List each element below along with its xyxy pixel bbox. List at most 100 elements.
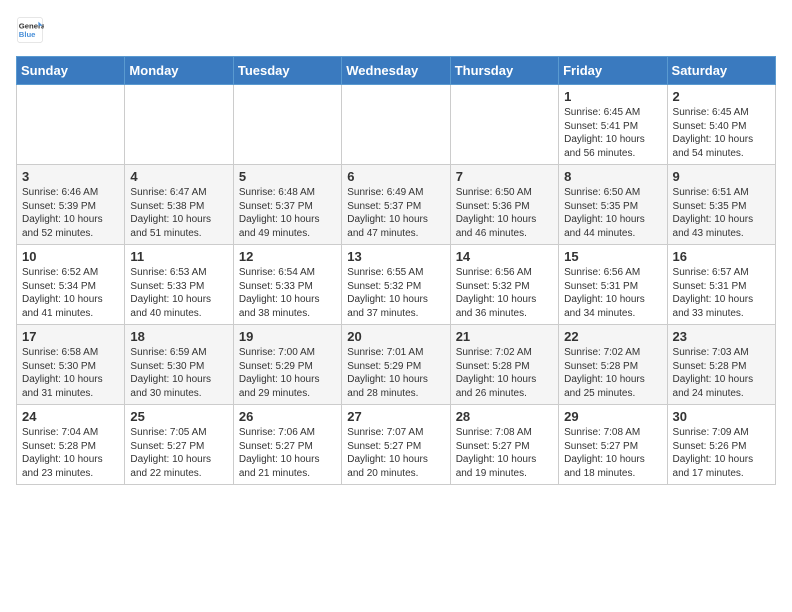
day-number: 14 bbox=[456, 249, 553, 264]
weekday-header-cell: Saturday bbox=[667, 57, 775, 85]
day-number: 21 bbox=[456, 329, 553, 344]
weekday-header-cell: Sunday bbox=[17, 57, 125, 85]
calendar-day-cell: 7 Sunrise: 6:50 AM Sunset: 5:36 PM Daylig… bbox=[450, 165, 558, 245]
day-info: Sunrise: 6:53 AM Sunset: 5:33 PM Dayligh… bbox=[130, 266, 227, 320]
calendar-day-cell: 29 Sunrise: 7:08 AM Sunset: 5:27 PM Dayli… bbox=[559, 405, 667, 485]
day-number: 28 bbox=[456, 409, 553, 424]
day-info: Sunrise: 7:02 AM Sunset: 5:28 PM Dayligh… bbox=[564, 346, 661, 400]
day-number: 27 bbox=[347, 409, 444, 424]
day-number: 20 bbox=[347, 329, 444, 344]
day-info: Sunrise: 6:49 AM Sunset: 5:37 PM Dayligh… bbox=[347, 186, 444, 240]
day-number: 10 bbox=[22, 249, 119, 264]
day-info: Sunrise: 6:57 AM Sunset: 5:31 PM Dayligh… bbox=[673, 266, 770, 320]
calendar-week-row: 24 Sunrise: 7:04 AM Sunset: 5:28 PM Dayli… bbox=[17, 405, 776, 485]
day-info: Sunrise: 6:58 AM Sunset: 5:30 PM Dayligh… bbox=[22, 346, 119, 400]
day-info: Sunrise: 6:56 AM Sunset: 5:31 PM Dayligh… bbox=[564, 266, 661, 320]
day-number: 25 bbox=[130, 409, 227, 424]
day-number: 13 bbox=[347, 249, 444, 264]
calendar-day-cell: 15 Sunrise: 6:56 AM Sunset: 5:31 PM Dayli… bbox=[559, 245, 667, 325]
day-info: Sunrise: 6:59 AM Sunset: 5:30 PM Dayligh… bbox=[130, 346, 227, 400]
day-number: 24 bbox=[22, 409, 119, 424]
calendar-week-row: 10 Sunrise: 6:52 AM Sunset: 5:34 PM Dayli… bbox=[17, 245, 776, 325]
day-info: Sunrise: 7:08 AM Sunset: 5:27 PM Dayligh… bbox=[564, 426, 661, 480]
calendar-day-cell bbox=[17, 85, 125, 165]
weekday-header-cell: Friday bbox=[559, 57, 667, 85]
calendar-day-cell: 11 Sunrise: 6:53 AM Sunset: 5:33 PM Dayli… bbox=[125, 245, 233, 325]
calendar-day-cell: 14 Sunrise: 6:56 AM Sunset: 5:32 PM Dayli… bbox=[450, 245, 558, 325]
calendar-day-cell: 18Sunrise: 6:59 AM Sunset: 5:30 PM Dayli… bbox=[125, 325, 233, 405]
day-number: 7 bbox=[456, 169, 553, 184]
calendar-day-cell: 16 Sunrise: 6:57 AM Sunset: 5:31 PM Dayli… bbox=[667, 245, 775, 325]
calendar-day-cell: 20Sunrise: 7:01 AM Sunset: 5:29 PM Dayli… bbox=[342, 325, 450, 405]
calendar-table: SundayMondayTuesdayWednesdayThursdayFrid… bbox=[16, 56, 776, 485]
day-number: 2 bbox=[673, 89, 770, 104]
calendar-day-cell: 21 Sunrise: 7:02 AM Sunset: 5:28 PM Dayli… bbox=[450, 325, 558, 405]
day-number: 9 bbox=[673, 169, 770, 184]
day-info: Sunrise: 7:04 AM Sunset: 5:28 PM Dayligh… bbox=[22, 426, 119, 480]
day-info: Sunrise: 6:55 AM Sunset: 5:32 PM Dayligh… bbox=[347, 266, 444, 320]
calendar-day-cell: 30Sunrise: 7:09 AM Sunset: 5:26 PM Dayli… bbox=[667, 405, 775, 485]
day-info: Sunrise: 6:51 AM Sunset: 5:35 PM Dayligh… bbox=[673, 186, 770, 240]
weekday-header-cell: Tuesday bbox=[233, 57, 341, 85]
page-header: General Blue bbox=[16, 16, 776, 44]
calendar-week-row: 17Sunrise: 6:58 AM Sunset: 5:30 PM Dayli… bbox=[17, 325, 776, 405]
day-info: Sunrise: 7:03 AM Sunset: 5:28 PM Dayligh… bbox=[673, 346, 770, 400]
calendar-day-cell: 25 Sunrise: 7:05 AM Sunset: 5:27 PM Dayli… bbox=[125, 405, 233, 485]
day-info: Sunrise: 7:09 AM Sunset: 5:26 PM Dayligh… bbox=[673, 426, 770, 480]
calendar-day-cell bbox=[233, 85, 341, 165]
calendar-day-cell: 23 Sunrise: 7:03 AM Sunset: 5:28 PM Dayli… bbox=[667, 325, 775, 405]
calendar-day-cell: 22Sunrise: 7:02 AM Sunset: 5:28 PM Dayli… bbox=[559, 325, 667, 405]
logo: General Blue bbox=[16, 16, 44, 44]
day-info: Sunrise: 6:54 AM Sunset: 5:33 PM Dayligh… bbox=[239, 266, 336, 320]
day-number: 4 bbox=[130, 169, 227, 184]
calendar-day-cell: 26 Sunrise: 7:06 AM Sunset: 5:27 PM Dayli… bbox=[233, 405, 341, 485]
calendar-day-cell bbox=[125, 85, 233, 165]
weekday-header-cell: Thursday bbox=[450, 57, 558, 85]
day-info: Sunrise: 6:50 AM Sunset: 5:36 PM Dayligh… bbox=[456, 186, 553, 240]
calendar-day-cell: 5 Sunrise: 6:48 AM Sunset: 5:37 PM Daylig… bbox=[233, 165, 341, 245]
day-info: Sunrise: 6:56 AM Sunset: 5:32 PM Dayligh… bbox=[456, 266, 553, 320]
calendar-day-cell: 13 Sunrise: 6:55 AM Sunset: 5:32 PM Dayli… bbox=[342, 245, 450, 325]
day-number: 12 bbox=[239, 249, 336, 264]
calendar-day-cell: 2 Sunrise: 6:45 AM Sunset: 5:40 PM Daylig… bbox=[667, 85, 775, 165]
day-number: 5 bbox=[239, 169, 336, 184]
day-info: Sunrise: 6:50 AM Sunset: 5:35 PM Dayligh… bbox=[564, 186, 661, 240]
calendar-body: 1Sunrise: 6:45 AM Sunset: 5:41 PM Daylig… bbox=[17, 85, 776, 485]
day-info: Sunrise: 7:05 AM Sunset: 5:27 PM Dayligh… bbox=[130, 426, 227, 480]
calendar-day-cell: 19 Sunrise: 7:00 AM Sunset: 5:29 PM Dayli… bbox=[233, 325, 341, 405]
day-info: Sunrise: 7:06 AM Sunset: 5:27 PM Dayligh… bbox=[239, 426, 336, 480]
weekday-header-row: SundayMondayTuesdayWednesdayThursdayFrid… bbox=[17, 57, 776, 85]
calendar-day-cell: 4 Sunrise: 6:47 AM Sunset: 5:38 PM Daylig… bbox=[125, 165, 233, 245]
day-info: Sunrise: 6:45 AM Sunset: 5:40 PM Dayligh… bbox=[673, 106, 770, 160]
calendar-day-cell: 9 Sunrise: 6:51 AM Sunset: 5:35 PM Daylig… bbox=[667, 165, 775, 245]
day-info: Sunrise: 7:00 AM Sunset: 5:29 PM Dayligh… bbox=[239, 346, 336, 400]
calendar-day-cell: 10 Sunrise: 6:52 AM Sunset: 5:34 PM Dayli… bbox=[17, 245, 125, 325]
calendar-day-cell: 8Sunrise: 6:50 AM Sunset: 5:35 PM Daylig… bbox=[559, 165, 667, 245]
calendar-day-cell: 1Sunrise: 6:45 AM Sunset: 5:41 PM Daylig… bbox=[559, 85, 667, 165]
day-info: Sunrise: 7:07 AM Sunset: 5:27 PM Dayligh… bbox=[347, 426, 444, 480]
calendar-day-cell: 24 Sunrise: 7:04 AM Sunset: 5:28 PM Dayli… bbox=[17, 405, 125, 485]
day-number: 3 bbox=[22, 169, 119, 184]
calendar-day-cell: 6 Sunrise: 6:49 AM Sunset: 5:37 PM Daylig… bbox=[342, 165, 450, 245]
calendar-day-cell: 3 Sunrise: 6:46 AM Sunset: 5:39 PM Daylig… bbox=[17, 165, 125, 245]
weekday-header-cell: Monday bbox=[125, 57, 233, 85]
day-number: 6 bbox=[347, 169, 444, 184]
day-number: 23 bbox=[673, 329, 770, 344]
day-number: 16 bbox=[673, 249, 770, 264]
calendar-day-cell: 28 Sunrise: 7:08 AM Sunset: 5:27 PM Dayli… bbox=[450, 405, 558, 485]
svg-text:General: General bbox=[19, 22, 44, 31]
day-info: Sunrise: 7:08 AM Sunset: 5:27 PM Dayligh… bbox=[456, 426, 553, 480]
calendar-day-cell bbox=[450, 85, 558, 165]
day-info: Sunrise: 6:48 AM Sunset: 5:37 PM Dayligh… bbox=[239, 186, 336, 240]
day-number: 11 bbox=[130, 249, 227, 264]
day-number: 15 bbox=[564, 249, 661, 264]
day-info: Sunrise: 7:02 AM Sunset: 5:28 PM Dayligh… bbox=[456, 346, 553, 400]
logo-icon: General Blue bbox=[16, 16, 44, 44]
day-number: 26 bbox=[239, 409, 336, 424]
day-info: Sunrise: 6:52 AM Sunset: 5:34 PM Dayligh… bbox=[22, 266, 119, 320]
day-info: Sunrise: 6:47 AM Sunset: 5:38 PM Dayligh… bbox=[130, 186, 227, 240]
day-number: 19 bbox=[239, 329, 336, 344]
day-info: Sunrise: 6:46 AM Sunset: 5:39 PM Dayligh… bbox=[22, 186, 119, 240]
calendar-week-row: 3 Sunrise: 6:46 AM Sunset: 5:39 PM Daylig… bbox=[17, 165, 776, 245]
day-number: 29 bbox=[564, 409, 661, 424]
